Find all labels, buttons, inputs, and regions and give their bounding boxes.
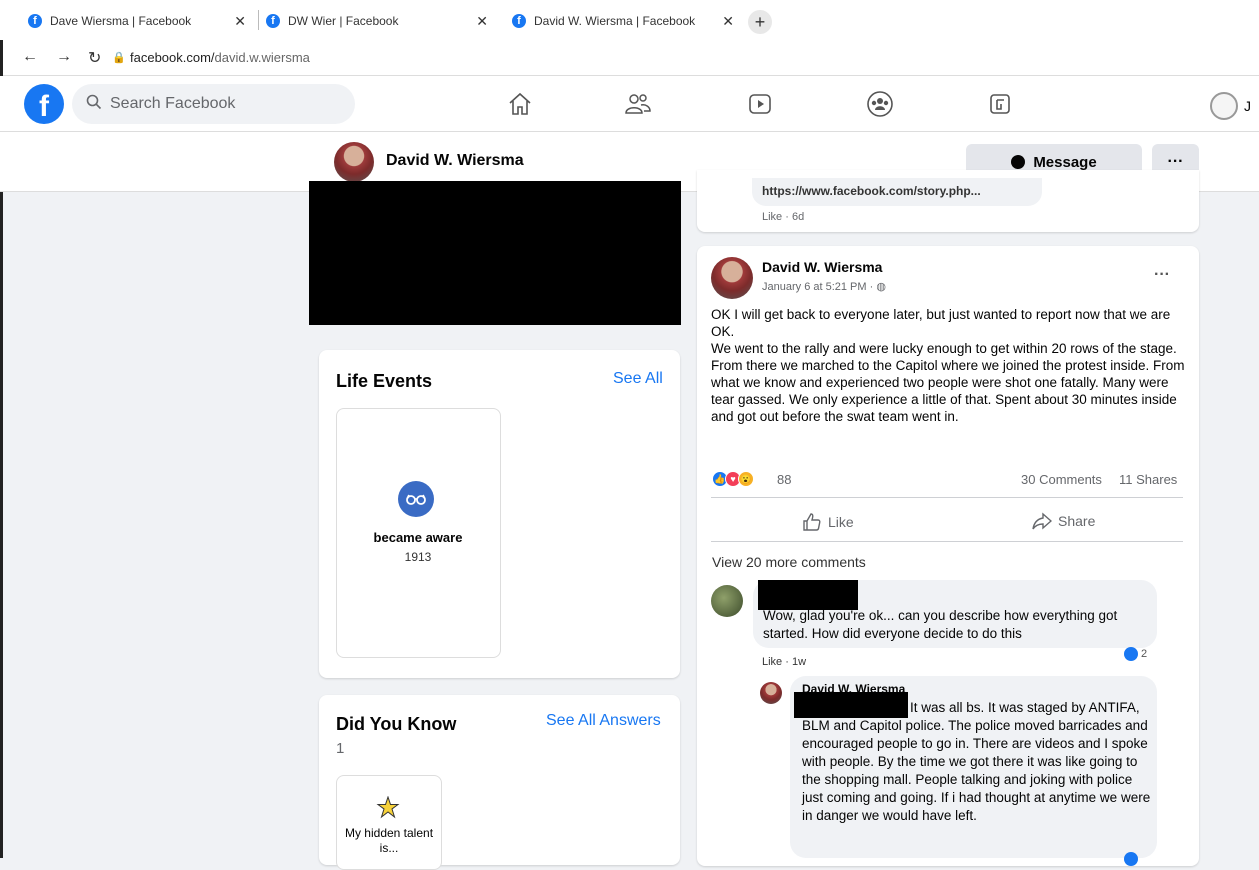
post-body: OK I will get back to everyone later, bu…	[711, 306, 1189, 425]
forward-arrow-icon[interactable]: →	[56, 48, 72, 66]
tab-title: David W. Wiersma | Facebook	[534, 14, 696, 28]
previous-link-text[interactable]: https://www.facebook.com/story.php...	[762, 184, 981, 198]
comment-reaction-count: 2	[1141, 648, 1148, 660]
facebook-logo-icon[interactable]: f	[24, 84, 64, 124]
message-label: Message	[1033, 153, 1097, 171]
groups-icon[interactable]	[864, 88, 896, 120]
reload-icon[interactable]: ↻	[88, 48, 101, 68]
url-field[interactable]: facebook.com/david.w.wiersma	[130, 50, 310, 65]
comment-text: Wow, glad you're ok... can you describe …	[763, 608, 1118, 641]
did-you-know-title: Did You Know	[336, 714, 457, 734]
facebook-icon: f	[266, 14, 280, 28]
glasses-icon	[398, 481, 434, 517]
tab-separator	[258, 10, 259, 30]
url-domain: facebook.com/	[130, 50, 215, 65]
life-event-label: became aware	[373, 530, 463, 545]
comment-meta[interactable]: Like · 1w	[762, 656, 806, 668]
address-bar: ← → ↻ 🔒 facebook.com/david.w.wiersma	[0, 40, 1259, 76]
share-button[interactable]: Share	[1032, 512, 1095, 530]
post-more-button[interactable]: ···	[1154, 266, 1170, 284]
previous-comment-meta[interactable]: Like · 6d	[762, 211, 804, 223]
redacted-block	[309, 181, 681, 325]
browser-tab-1[interactable]: f Dave Wiersma | Facebook ✕	[28, 6, 256, 36]
gaming-icon[interactable]	[984, 88, 1016, 120]
share-label: Share	[1058, 513, 1096, 529]
browser-tab-3-active[interactable]: f David W. Wiersma | Facebook ✕	[512, 6, 744, 36]
url-path: david.w.wiersma	[214, 50, 310, 65]
reply-text: It was all bs. It was staged by ANTIFA, …	[802, 699, 1152, 825]
facebook-header: f Search Facebook J	[0, 76, 1259, 132]
home-icon[interactable]	[504, 88, 536, 120]
redacted-name	[758, 580, 858, 610]
life-events-title: Life Events	[336, 371, 433, 391]
divider	[711, 541, 1183, 542]
globe-icon: ◍	[876, 281, 886, 293]
post-author[interactable]: David W. Wiersma	[762, 259, 882, 275]
like-reaction-icon[interactable]	[1124, 852, 1138, 866]
browser-tab-bar: f Dave Wiersma | Facebook ✕ f DW Wier | …	[0, 0, 1259, 40]
watch-icon[interactable]	[744, 88, 776, 120]
search-placeholder: Search Facebook	[110, 95, 236, 112]
new-tab-button[interactable]: +	[748, 10, 772, 34]
like-icon	[803, 513, 821, 531]
account-name[interactable]: J	[1244, 98, 1251, 114]
comments-count[interactable]: 30 Comments	[1021, 472, 1102, 487]
view-more-comments-link[interactable]: View 20 more comments	[712, 554, 866, 570]
friends-icon[interactable]	[622, 88, 654, 120]
avatar[interactable]	[334, 142, 374, 182]
facebook-icon: f	[28, 14, 42, 28]
back-arrow-icon[interactable]: ←	[22, 48, 38, 66]
tab-title: DW Wier | Facebook	[288, 14, 399, 28]
post-date[interactable]: January 6 at 5:21 PM · ◍	[762, 280, 886, 293]
account-avatar[interactable]	[1210, 92, 1238, 120]
lock-icon: 🔒	[112, 52, 126, 64]
life-event-year: 1913	[404, 550, 432, 564]
reaction-count[interactable]: 88	[777, 472, 791, 487]
like-reaction-icon	[1124, 647, 1138, 661]
reply-text-content: It was all bs. It was staged by ANTIFA, …	[802, 700, 1151, 823]
browser-tab-2[interactable]: f DW Wier | Facebook ✕	[266, 6, 498, 36]
star-icon	[376, 795, 400, 826]
avatar[interactable]	[711, 585, 743, 617]
close-icon[interactable]: ✕	[722, 13, 734, 30]
close-icon[interactable]: ✕	[476, 13, 488, 30]
life-events-see-all-link[interactable]: See All	[613, 370, 663, 388]
wow-reaction-icon: 😮	[738, 471, 754, 487]
shares-count[interactable]: 11 Shares	[1119, 472, 1177, 487]
tab-title: Dave Wiersma | Facebook	[50, 14, 192, 28]
avatar[interactable]	[711, 257, 753, 299]
like-label: Like	[828, 514, 854, 530]
post-date-text: January 6 at 5:21 PM ·	[762, 281, 877, 293]
reaction-icons[interactable]: 👍 ♥ 😮	[712, 471, 754, 487]
post-paragraph: We went to the rally and were lucky enou…	[711, 341, 1185, 424]
close-icon[interactable]: ✕	[234, 13, 246, 30]
comment-reactions[interactable]: 2	[1124, 647, 1147, 661]
search-icon	[86, 94, 102, 115]
post-paragraph: OK I will get back to everyone later, bu…	[711, 307, 1171, 339]
profile-name[interactable]: David W. Wiersma	[386, 152, 524, 170]
messenger-icon	[1011, 155, 1026, 169]
search-input[interactable]: Search Facebook	[72, 84, 355, 124]
did-you-know-count: 1	[336, 740, 345, 757]
share-icon	[1032, 512, 1052, 530]
avatar[interactable]	[760, 682, 782, 704]
see-all-answers-link[interactable]: See All Answers	[546, 712, 661, 730]
like-button[interactable]: Like	[802, 512, 854, 532]
hidden-talent-prompt: My hidden talent is...	[344, 826, 434, 855]
facebook-icon: f	[512, 14, 526, 28]
divider	[711, 497, 1183, 498]
